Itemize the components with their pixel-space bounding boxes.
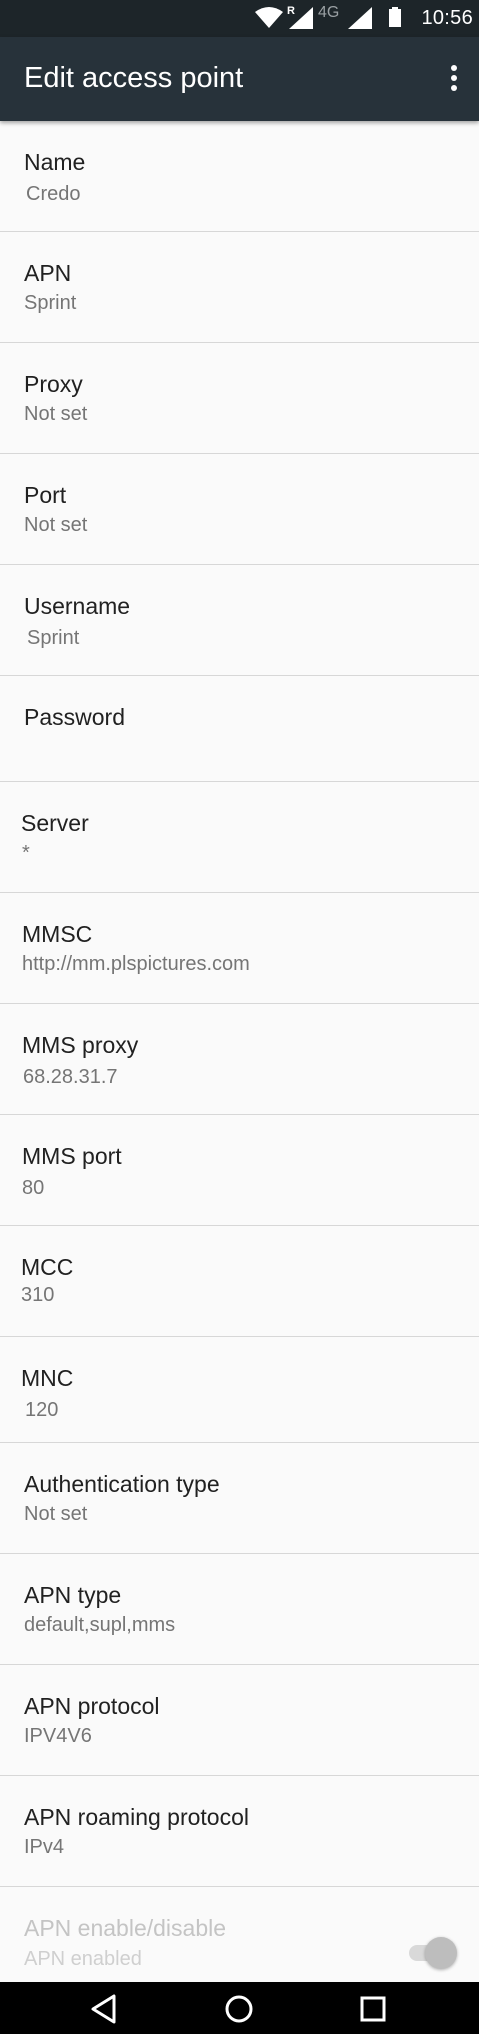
- setting-label: APN protocol: [24, 1693, 160, 1719]
- recents-icon[interactable]: [356, 1992, 390, 2026]
- setting-row-proxy[interactable]: Proxy Not set: [0, 343, 479, 454]
- setting-value: Not set: [24, 514, 88, 536]
- battery-icon: [389, 7, 401, 27]
- setting-value: 120: [25, 1399, 59, 1421]
- setting-label: MCC: [21, 1254, 74, 1280]
- setting-label: Name: [24, 149, 86, 175]
- setting-label: Server: [21, 810, 89, 836]
- setting-label: MMSC: [22, 921, 93, 947]
- setting-row-mms-proxy[interactable]: MMS proxy 68.28.31.7: [0, 1004, 479, 1115]
- setting-label: Username: [24, 593, 131, 619]
- setting-value: Sprint: [24, 292, 77, 314]
- signal-icon: [348, 7, 372, 29]
- setting-value: *: [22, 842, 30, 864]
- setting-row-apn-roaming-protocol[interactable]: APN roaming protocol IPv4: [0, 1776, 479, 1887]
- setting-row-port[interactable]: Port Not set: [0, 454, 479, 565]
- setting-value: Not set: [24, 1503, 88, 1525]
- navigation-bar: [0, 1982, 479, 2034]
- setting-row-server[interactable]: Server *: [0, 782, 479, 893]
- setting-label: Port: [24, 482, 67, 508]
- setting-value: APN enabled: [24, 1948, 142, 1970]
- setting-row-mms-port[interactable]: MMS port 80: [0, 1115, 479, 1226]
- back-icon[interactable]: [88, 1992, 122, 2026]
- more-vert-icon[interactable]: [447, 65, 461, 93]
- setting-row-authentication-type[interactable]: Authentication type Not set: [0, 1443, 479, 1554]
- setting-row-username[interactable]: Username Sprint: [0, 565, 479, 676]
- apn-enable-toggle[interactable]: [403, 1935, 457, 1969]
- setting-value: Credo: [26, 183, 81, 205]
- setting-value: IPv4: [24, 1836, 65, 1858]
- setting-label: APN type: [24, 1582, 122, 1608]
- setting-label: APN: [24, 260, 72, 286]
- setting-value: IPV4V6: [24, 1725, 92, 1747]
- setting-row-apn-protocol[interactable]: APN protocol IPV4V6: [0, 1665, 479, 1776]
- setting-value: 80: [22, 1177, 45, 1199]
- setting-row-password[interactable]: Password: [0, 676, 479, 782]
- setting-label: APN enable/disable: [24, 1915, 227, 1941]
- clock: 10:56: [421, 7, 473, 29]
- page-title: Edit access point: [24, 62, 244, 94]
- setting-value: http://mm.plspictures.com: [22, 953, 250, 975]
- setting-row-mnc[interactable]: MNC 120: [0, 1337, 479, 1443]
- signal-icon: [289, 7, 313, 29]
- setting-value: 68.28.31.7: [23, 1066, 118, 1088]
- status-bar: R 4G 10:56: [0, 0, 479, 37]
- wifi-icon: [255, 7, 283, 28]
- setting-value: Sprint: [27, 627, 80, 649]
- setting-value: Not set: [24, 403, 88, 425]
- setting-value: default,supl,mms: [24, 1614, 176, 1636]
- setting-label: Authentication type: [24, 1471, 220, 1497]
- home-icon[interactable]: [222, 1992, 256, 2026]
- setting-row-apn-enable-disable[interactable]: APN enable/disable APN enabled: [0, 1887, 479, 1982]
- setting-row-apn[interactable]: APN Sprint: [0, 232, 479, 343]
- setting-label: Proxy: [24, 371, 83, 397]
- app-bar: Edit access point: [0, 37, 479, 121]
- setting-label: MNC: [21, 1365, 74, 1391]
- setting-value: 310: [21, 1284, 55, 1306]
- setting-label: MMS port: [22, 1143, 122, 1169]
- setting-row-mmsc[interactable]: MMSC http://mm.plspictures.com: [0, 893, 479, 1004]
- setting-label: Password: [24, 704, 125, 730]
- setting-row-apn-type[interactable]: APN type default,supl,mms: [0, 1554, 479, 1665]
- setting-label: APN roaming protocol: [24, 1804, 249, 1830]
- setting-row-mcc[interactable]: MCC 310: [0, 1226, 479, 1337]
- setting-label: MMS proxy: [22, 1032, 139, 1058]
- network-type: 4G: [318, 4, 340, 21]
- setting-row-name[interactable]: Name Credo: [0, 121, 479, 232]
